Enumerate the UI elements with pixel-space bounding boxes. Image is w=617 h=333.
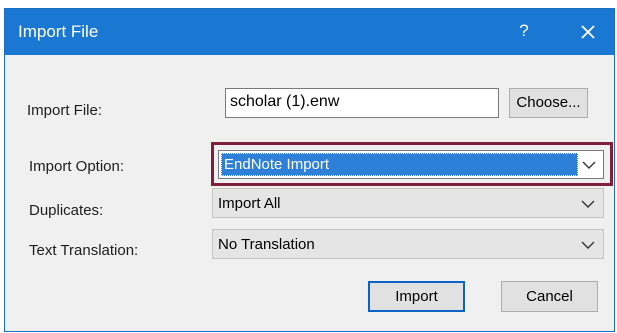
import-option-selected: EndNote Import bbox=[221, 153, 578, 176]
choose-button[interactable]: Choose... bbox=[509, 88, 588, 118]
dialog-title: Import File bbox=[18, 22, 99, 41]
import-file-dialog: Import File ? Import File: scholar (1).e… bbox=[4, 8, 615, 332]
focus-outline bbox=[221, 153, 578, 176]
close-button[interactable] bbox=[575, 19, 601, 45]
import-button[interactable]: Import bbox=[368, 281, 465, 312]
chevron-down-icon bbox=[581, 200, 595, 208]
title-bar: Import File ? bbox=[5, 9, 614, 55]
chevron-down-icon bbox=[581, 241, 595, 249]
text-translation-label: Text Translation: bbox=[29, 242, 139, 259]
help-button[interactable]: ? bbox=[513, 19, 535, 43]
import-file-field[interactable]: scholar (1).enw bbox=[225, 88, 499, 118]
text-translation-value: No Translation bbox=[218, 236, 315, 253]
import-option-label: Import Option: bbox=[29, 158, 125, 175]
duplicates-value: Import All bbox=[218, 195, 281, 212]
chevron-down-icon bbox=[582, 161, 596, 169]
cancel-button[interactable]: Cancel bbox=[501, 281, 598, 312]
text-translation-dropdown[interactable]: No Translation bbox=[212, 229, 604, 259]
duplicates-dropdown[interactable]: Import All bbox=[212, 188, 604, 218]
import-file-label: Import File: bbox=[27, 102, 103, 119]
duplicates-label: Duplicates: bbox=[29, 202, 104, 219]
close-icon bbox=[581, 25, 595, 39]
import-option-dropdown[interactable]: EndNote Import bbox=[218, 150, 604, 179]
